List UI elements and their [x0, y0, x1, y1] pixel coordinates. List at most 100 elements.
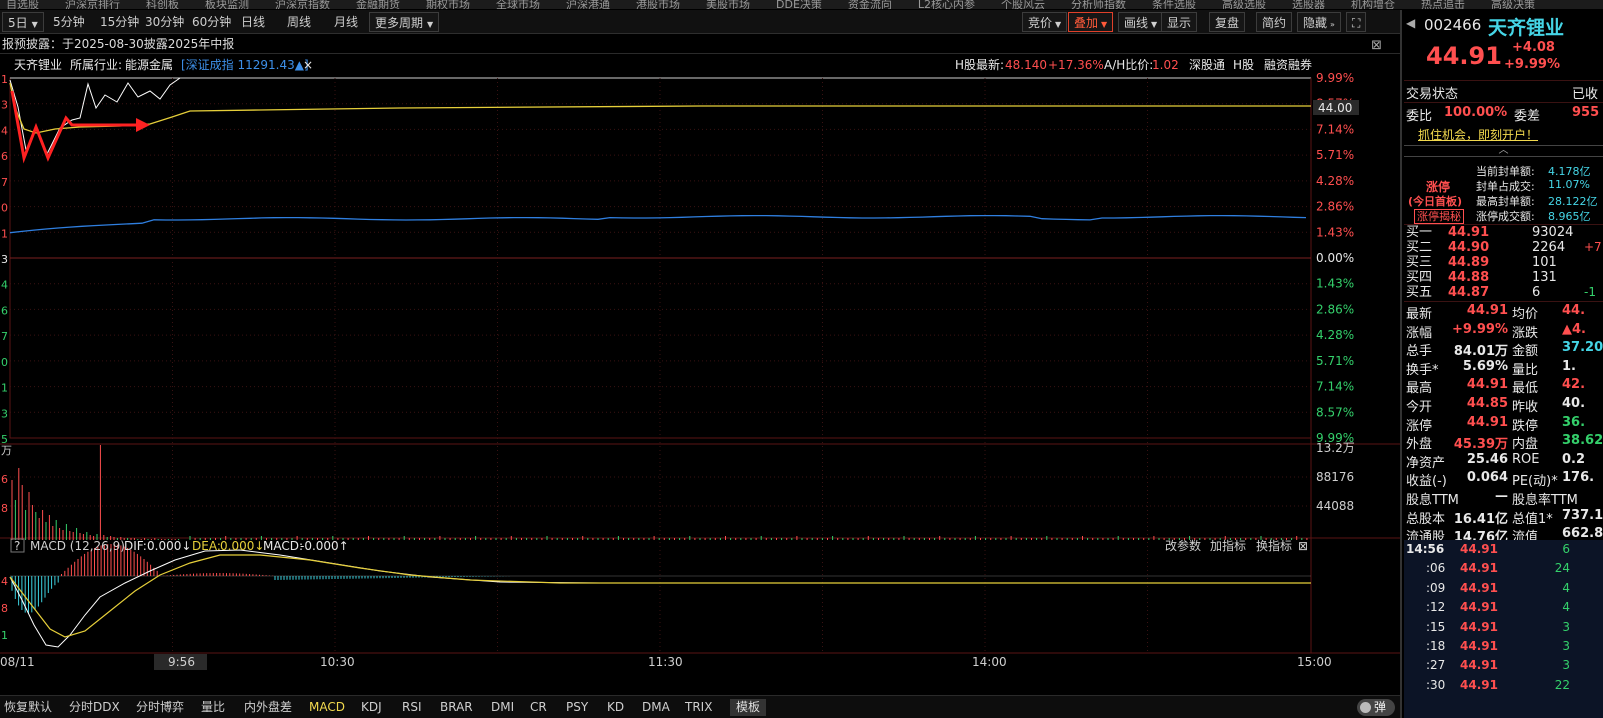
period-button-7[interactable]: 月线 [329, 12, 363, 32]
macd-action-1[interactable]: 加指标 [1210, 538, 1246, 553]
indicator-tab-1[interactable]: 分时DDX [69, 699, 120, 716]
fullscreen-icon[interactable]: ⛶ [1346, 12, 1367, 32]
dif-value: 0.000↓ [147, 539, 191, 553]
macd-close-icon[interactable]: ⊠ [1298, 539, 1308, 553]
intraday-chart[interactable]: 9.99% 1 8.57% 3 7.14% 4 5.71% 6 4.28% 7 2.86% 0 1.43… [0, 55, 1400, 695]
bid-price: 44.91 [1448, 225, 1490, 240]
topnav-item[interactable]: 机构增仓 [1351, 0, 1395, 9]
price-axis-label: 5.71% [1316, 354, 1354, 368]
topnav-item[interactable]: 资金流向 [848, 0, 892, 9]
macd-left-label: 4 [1, 575, 8, 588]
topnav-item[interactable]: 高级选股 [1222, 0, 1266, 9]
tick-volume: 3 [1562, 619, 1570, 634]
topnav-item[interactable]: 分析师指数 [1071, 0, 1126, 9]
topnav-item[interactable]: 期权市场 [426, 0, 470, 9]
toolbar-button-1[interactable]: 叠加 ▼ [1068, 12, 1114, 32]
caret-down-icon: ▼ [1101, 20, 1108, 29]
topnav-item[interactable]: L2核心内参 [918, 0, 975, 9]
indicator-tab-4[interactable]: 内外盘差 [244, 699, 292, 716]
period-label: 5分钟 [53, 15, 85, 29]
topnav-item[interactable]: 条件选股 [1152, 0, 1196, 9]
topnav-item[interactable]: 全球市场 [496, 0, 540, 9]
topnav-item[interactable]: 沪深京排行 [65, 0, 120, 9]
topnav-item[interactable]: 港股市场 [636, 0, 680, 9]
indicator-tab-13[interactable]: DMA [642, 699, 670, 716]
bid-volume: 131 [1532, 270, 1557, 285]
indicator-tab-8[interactable]: BRAR [440, 699, 473, 716]
bid-level-label: 买一 [1406, 225, 1433, 240]
period-button-8[interactable]: 更多周期 ▼ [369, 12, 440, 32]
bid-volume: 2264 [1532, 240, 1566, 255]
popup-toggle[interactable]: 弹 [1357, 699, 1395, 716]
collapse-icon[interactable]: ︿ [1404, 145, 1603, 157]
period-button-2[interactable]: 15分钟 [95, 12, 144, 32]
topnav-item[interactable]: 金融期货 [356, 0, 400, 9]
stat-value: 37.20 [1562, 340, 1603, 356]
volume-axis-label: 13.2万 [1316, 441, 1355, 455]
topnav-item[interactable]: 热点追击 [1421, 0, 1465, 9]
macd-help-icon[interactable]: ? [14, 539, 20, 553]
toolbar-button-0[interactable]: 竞价 ▼ [1022, 12, 1068, 32]
topnav-item[interactable]: 板块监测 [205, 0, 249, 9]
close-icon[interactable]: ⊠ [1371, 36, 1382, 55]
topnav-item[interactable]: 美股市场 [706, 0, 750, 9]
period-button-4[interactable]: 60分钟 [187, 12, 236, 32]
limit-up-reveal-button[interactable]: 涨停揭秘 [1414, 209, 1464, 224]
period-button-1[interactable]: 5分钟 [48, 12, 90, 32]
app-window: { "topnav": ["自选股","沪深京排行","科创板","板块监测",… [0, 0, 1603, 718]
indicator-tab-6[interactable]: KDJ [361, 699, 382, 716]
toolbar-button-label: 画线 [1124, 16, 1149, 30]
indicator-tab-2[interactable]: 分时博弈 [136, 699, 184, 716]
stat-value: 44.85 [1466, 396, 1508, 411]
indicator-tab-3[interactable]: 量比 [201, 699, 225, 716]
indicator-tab-12[interactable]: KD [607, 699, 624, 716]
toolbar-button-2[interactable]: 画线 ▼ [1118, 12, 1164, 32]
notice-text: 报预披露：于2025-08-30披露2025年中报 [2, 37, 235, 51]
macd-action-0[interactable]: 改参数 [1165, 538, 1201, 553]
toolbar-button-5[interactable]: 简约 [1256, 12, 1293, 32]
toolbar-button-3[interactable]: 显示 [1161, 12, 1198, 32]
stat-value: 45.39万 [1453, 437, 1508, 453]
stat-value: 176. [1562, 470, 1595, 486]
top-menu-bar: 自选股 沪深京排行 科创板 板块监测 沪深京指数 金融期货 期权市场 全球市场 沪深港通 港股市场… [0, 0, 1603, 9]
topnav-item[interactable]: 个股风云 [1001, 0, 1045, 9]
topnav-item[interactable]: 自选股 [6, 0, 39, 9]
left-tick-label: 6 [1, 150, 8, 163]
topnav-item[interactable]: 沪深港通 [566, 0, 610, 9]
indicator-tab-5[interactable]: MACD [309, 699, 345, 716]
left-tick-label: 1 [1, 73, 8, 86]
chart-area[interactable]: 天齐锂业 所属行业: 能源金属 [深证成指 11291.43▲] × H股最新:… [0, 55, 1400, 695]
indicator-tab-11[interactable]: PSY [566, 699, 588, 716]
period-button-5[interactable]: 日线 [236, 12, 270, 32]
topnav-item[interactable]: 选股器 [1292, 0, 1325, 9]
indicator-tab-14[interactable]: TRIX [685, 699, 712, 716]
indicator-tab-15[interactable]: 模板 [730, 699, 767, 716]
indicator-tab-9[interactable]: DMI [491, 699, 514, 716]
stat-value: 16.41亿 [1453, 511, 1508, 527]
volume-axis-label: 44088 [1316, 499, 1354, 513]
stat-value: — [1495, 489, 1508, 504]
topnav-item[interactable]: DDE决策 [776, 0, 822, 9]
stat-value: 5.69% [1462, 358, 1508, 374]
macd-action-2[interactable]: 换指标 [1256, 538, 1292, 553]
bid-level-label: 买三 [1406, 255, 1433, 270]
stock-code: 002466 [1424, 16, 1482, 34]
topnav-item[interactable]: 科创板 [146, 0, 179, 9]
period-button-6[interactable]: 周线 [282, 12, 316, 32]
promo-link[interactable]: 抓住机会，即刻开户！ [1418, 126, 1538, 143]
indicator-tab-7[interactable]: RSI [402, 699, 422, 716]
topnav-item[interactable]: 沪深京指数 [275, 0, 330, 9]
toolbar-button-4[interactable]: 复盘 [1209, 12, 1246, 32]
prev-stock-icon[interactable]: ◀ [1406, 16, 1415, 30]
bid-volume: 6 [1532, 285, 1541, 300]
tick-volume: 6 [1562, 542, 1570, 556]
stat-value: ▲4. [1562, 321, 1586, 337]
indicator-tab-10[interactable]: CR [530, 699, 547, 716]
period-button-0[interactable]: 5日 ▼ [2, 12, 44, 32]
weicha-label: 委差 [1514, 109, 1541, 124]
indicator-tab-0[interactable]: 恢复默认 [4, 699, 52, 716]
limit-up-sub: (今日首板) [1408, 195, 1463, 208]
topnav-item[interactable]: 高级决策 [1491, 0, 1535, 9]
period-button-3[interactable]: 30分钟 [140, 12, 189, 32]
toolbar-button-6[interactable]: 隐藏» [1297, 12, 1341, 32]
